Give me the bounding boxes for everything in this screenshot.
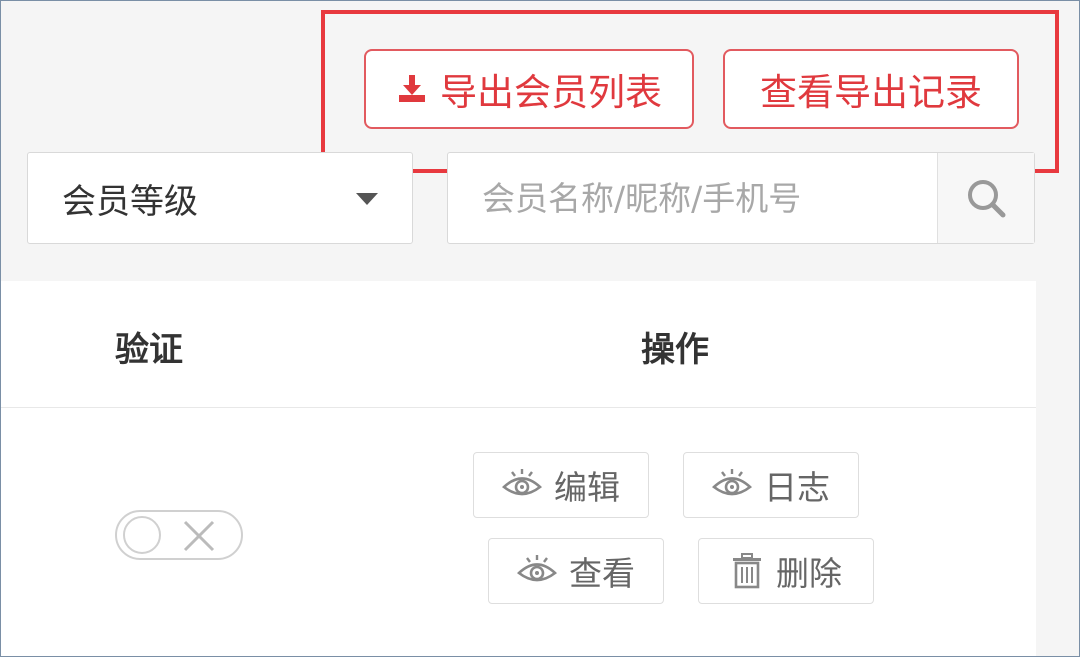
screenshot-frame (0, 0, 1080, 657)
